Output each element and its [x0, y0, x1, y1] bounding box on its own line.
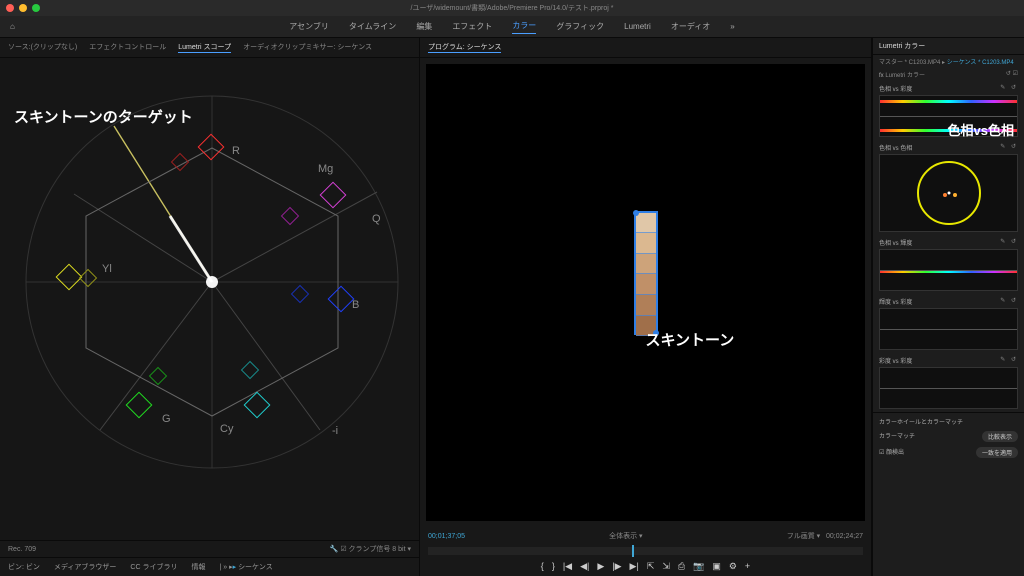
eyedropper-icon[interactable]: ✎ ↺ [1000, 84, 1018, 93]
bt-bin[interactable]: ビン: ビン [8, 562, 40, 572]
bt-lib[interactable]: CC ライブラリ [130, 562, 177, 572]
document-title: /ユーザ/widemount/書類/Adobe/Premiere Pro/14.… [411, 3, 614, 13]
mini-timeline[interactable] [428, 547, 863, 555]
play-icon[interactable]: ▶ [597, 561, 604, 572]
compare-button[interactable]: 比較表示 [982, 431, 1018, 442]
tab-audiomix[interactable]: オーディオクリップミキサー: シーケンス [243, 42, 372, 53]
fit-dropdown[interactable]: 全体表示 [609, 533, 637, 540]
settings-icon[interactable]: ⚙ [729, 561, 737, 572]
colormatch-label: カラーマッチ [879, 431, 915, 440]
label-q: Q [372, 213, 381, 225]
seq-clip: シーケンス * C1203.MP4 [947, 60, 1014, 66]
preset-name[interactable]: Lumetri カラー [885, 73, 925, 79]
curve-luma-sat[interactable]: 輝度 vs 彩度 [879, 297, 912, 306]
traffic-lights[interactable] [6, 4, 40, 12]
label-g: G [162, 413, 171, 425]
tab-source[interactable]: ソース:(クリップなし) [8, 42, 77, 53]
plus-icon[interactable]: + [745, 561, 750, 572]
bt-seq[interactable]: シーケンス [238, 564, 273, 571]
ws-timeline[interactable]: タイムライン [349, 21, 396, 32]
apply-button[interactable]: 一致を適用 [976, 447, 1018, 458]
ws-edit[interactable]: 編集 [416, 21, 432, 32]
lumetri-title[interactable]: Lumetri カラー [873, 38, 1024, 55]
curve-hue-luma[interactable]: 色相 vs 輝度 [879, 238, 912, 247]
export-icon[interactable]: ⎙ [678, 561, 685, 572]
next-icon[interactable]: ▶| [630, 561, 639, 572]
colorspace[interactable]: Rec. 709 [8, 546, 36, 553]
left-tabs: ソース:(クリップなし) エフェクトコントロール Lumetri スコープ オー… [0, 38, 419, 58]
workspace-bar: ⌂ アセンブリ タイムライン 編集 エフェクト カラー グラフィック Lumet… [0, 16, 1024, 38]
program-panel: プログラム: シーケンス スキントーン 00;01;37;05 全体表示 ▾ フ… [420, 38, 872, 576]
program-monitor[interactable]: スキントーン [426, 64, 865, 521]
label-b: B [352, 299, 359, 311]
prev-icon[interactable]: |◀ [563, 561, 572, 572]
bt-media[interactable]: メディアブラウザー [54, 562, 117, 572]
ws-lumetri[interactable]: Lumetri [624, 22, 651, 31]
extract-icon[interactable]: ⇲ [662, 561, 670, 572]
step-back-icon[interactable]: ◀| [580, 561, 589, 572]
compare-icon[interactable]: ▣ [712, 561, 721, 572]
quality[interactable]: フル画質 [787, 533, 815, 540]
clamp-label[interactable]: クランプ信号 [349, 546, 391, 553]
program-tab[interactable]: プログラム: シーケンス [428, 42, 501, 53]
ws-effect[interactable]: エフェクト [452, 21, 492, 32]
face-detect[interactable]: 顔検出 [886, 450, 904, 456]
home-icon[interactable]: ⌂ [10, 22, 15, 31]
label-cy: Cy [220, 423, 234, 435]
label-yl: Yl [102, 263, 112, 275]
ws-graphic[interactable]: グラフィック [556, 21, 604, 32]
tab-lumetri-scope[interactable]: Lumetri スコープ [178, 42, 231, 53]
ws-overflow-icon[interactable]: » [730, 22, 734, 31]
annotation-hue: 色相vs色相 [948, 120, 1014, 139]
ws-assembly[interactable]: アセンブリ [289, 21, 329, 32]
vectorscope: R Mg Q B -i Cy G Yl [22, 92, 402, 472]
hue-wheel[interactable] [917, 161, 981, 225]
lumetri-panel: 色相vs色相 Lumetri カラー マスター * C1203.MP4 ▸ シー… [872, 38, 1024, 576]
curve-sat-sat[interactable]: 彩度 vs 彩度 [879, 356, 912, 365]
step-fwd-icon[interactable]: |▶ [612, 561, 621, 572]
label-i: -i [332, 425, 338, 437]
ws-color[interactable]: カラー [512, 20, 536, 34]
timecode-in[interactable]: 00;01;37;05 [428, 533, 465, 540]
mark-out-icon[interactable]: } [552, 561, 555, 572]
label-mg: Mg [318, 163, 333, 175]
wrench-icon[interactable]: 🔧 [330, 546, 339, 553]
master-clip: マスター * C1203.MP4 [879, 60, 940, 66]
mark-in-icon[interactable]: { [541, 561, 544, 572]
scopes-panel: ソース:(クリップなし) エフェクトコントロール Lumetri スコープ オー… [0, 38, 420, 576]
lift-icon[interactable]: ⇱ [647, 561, 655, 572]
bitdepth[interactable]: 8 bit [392, 546, 405, 553]
curve-hue-sat[interactable]: 色相 vs 彩度 [879, 84, 912, 93]
bt-info[interactable]: 情報 [191, 562, 205, 572]
camera-icon[interactable]: 📷 [693, 561, 704, 572]
ws-audio[interactable]: オーディオ [671, 21, 710, 32]
tab-fxcontrol[interactable]: エフェクトコントロール [89, 42, 166, 53]
skin-tone-strip[interactable] [634, 211, 658, 335]
wheels-section[interactable]: カラーホイールとカラーマッチ [879, 417, 1018, 426]
timecode-out[interactable]: 00;02;24;27 [826, 533, 863, 540]
window-titlebar: /ユーザ/widemount/書類/Adobe/Premiere Pro/14.… [0, 0, 1024, 16]
annotation-skin: スキントーン [646, 329, 735, 350]
curve-hue-hue[interactable]: 色相 vs 色相 [879, 143, 912, 152]
label-r: R [232, 145, 240, 157]
transport-bar: { } |◀ ◀| ▶ |▶ ▶| ⇱ ⇲ ⎙ 📷 ▣ ⚙ + [420, 557, 871, 576]
